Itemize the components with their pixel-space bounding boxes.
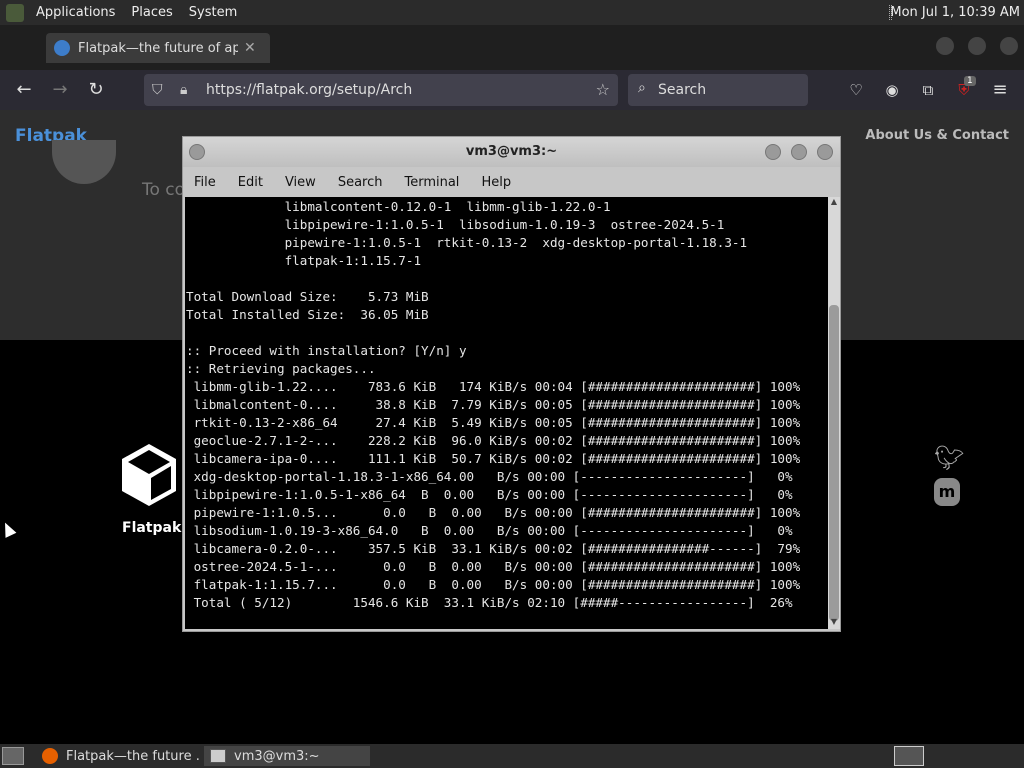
reload-icon[interactable]: ↻ (84, 78, 108, 102)
pocket-icon[interactable]: ♡ (844, 78, 868, 102)
search-input[interactable]: ⌕ Search (628, 74, 808, 106)
lock-icon[interactable]: 🔒︎ (180, 82, 187, 98)
menu-edit[interactable]: Edit (227, 175, 274, 190)
terminal-line: Total Download Size: 5.73 MiB (186, 289, 429, 304)
terminal-line: libmalcontent-0.12.0-1 libmm-glib-1.22.0… (186, 199, 611, 214)
about-contact-link[interactable]: About Us & Contact (865, 128, 1009, 143)
terminal-title: vm3@vm3:~ (465, 144, 558, 159)
scrollbar-thumb[interactable] (829, 305, 839, 621)
browser-tab[interactable]: Flatpak—the future of appli ✕ (46, 33, 270, 63)
footer-brand-label: Flatpak (122, 520, 182, 536)
taskbar-item-terminal[interactable]: vm3@vm3:~ (204, 746, 370, 766)
back-arrow-icon[interactable]: ← (12, 78, 36, 102)
extension-badge: 1 (964, 76, 976, 86)
maximize-button[interactable] (968, 37, 986, 55)
terminal-line: :: Retrieving packages... (186, 361, 376, 376)
flatpak-logo-icon (122, 444, 176, 506)
search-placeholder: Search (658, 82, 707, 98)
mastodon-icon[interactable]: m (934, 478, 960, 506)
terminal-close-button[interactable] (817, 144, 833, 160)
terminal-line: libpipewire-1:1.0.5-1 libsodium-1.0.19-3… (186, 217, 725, 232)
terminal-menubar: File Edit View Search Terminal Help (183, 167, 840, 197)
show-desktop-button[interactable] (2, 747, 24, 765)
distro-logo-icon[interactable] (6, 3, 24, 22)
search-icon: ⌕ (638, 80, 646, 96)
account-icon[interactable]: ◉ (880, 78, 904, 102)
taskbar-item-label: Flatpak—the future ... (66, 748, 200, 764)
terminal-line: flatpak-1:1.15.7... 0.0 B 0.00 B/s 00:00… (186, 577, 801, 592)
terminal-line: geoclue-2.7.1-2-... 228.2 KiB 96.0 KiB/s… (186, 433, 801, 448)
terminal-title-bar[interactable]: vm3@vm3:~ (183, 137, 840, 167)
terminal-line: libmalcontent-0.... 38.8 KiB 7.79 KiB/s … (186, 397, 801, 412)
tab-close-icon[interactable]: ✕ (244, 40, 256, 56)
terminal-line: libsodium-1.0.19-3-x86_64.0 B 0.00 B/s 0… (186, 523, 793, 538)
hamburger-menu-icon[interactable]: ≡ (988, 78, 1012, 102)
menu-terminal[interactable]: Terminal (393, 175, 470, 190)
browser-nav-bar: ← → ↻ ⛉ 🔒︎ https://flatpak.org/setup/Arc… (0, 70, 1024, 110)
scroll-down-icon[interactable]: ▼ (829, 617, 839, 629)
terminal-line: pipewire-1:1.0.5-1 rtkit-0.13-2 xdg-desk… (186, 235, 748, 250)
terminal-line: Total ( 5/12) 1546.6 KiB 33.1 KiB/s 02:1… (186, 595, 793, 610)
taskbar-item-label: vm3@vm3:~ (234, 748, 320, 764)
terminal-line: :: Proceed with installation? [Y/n] y (186, 343, 467, 358)
hero-image (52, 140, 116, 184)
terminal-line: flatpak-1:1.15.7-1 (186, 253, 422, 268)
terminal-menu-button[interactable] (189, 144, 205, 160)
tab-title: Flatpak—the future of appli (78, 40, 238, 56)
terminal-scrollbar[interactable]: ▲ ▼ (828, 197, 840, 629)
extensions-icon[interactable]: ⧉ (916, 78, 940, 102)
terminal-line: xdg-desktop-portal-1.18.3-1-x86_64.00 B/… (186, 469, 793, 484)
globe-icon (54, 40, 70, 56)
terminal-window: vm3@vm3:~ File Edit View Search Terminal… (182, 136, 841, 632)
clock[interactable]: Mon Jul 1, 10:39 AM (890, 0, 1020, 25)
firefox-icon (42, 748, 58, 764)
close-window-button[interactable] (1000, 37, 1018, 55)
menu-search[interactable]: Search (327, 175, 394, 190)
system-menu[interactable]: System (181, 0, 245, 25)
terminal-output[interactable]: libmalcontent-0.12.0-1 libmm-glib-1.22.0… (185, 197, 828, 629)
minimize-button[interactable] (936, 37, 954, 55)
terminal-line: rtkit-0.13-2-x86_64 27.4 KiB 5.49 KiB/s … (186, 415, 801, 430)
menu-file[interactable]: File (183, 175, 227, 190)
bookmark-star-icon[interactable]: ☆ (596, 80, 610, 99)
forward-arrow-icon[interactable]: → (48, 78, 72, 102)
scroll-up-icon[interactable]: ▲ (829, 197, 839, 209)
workspace-switcher[interactable] (894, 746, 924, 766)
taskbar-item-firefox[interactable]: Flatpak—the future ... (36, 746, 200, 766)
twitter-icon[interactable]: 🐦︎ (934, 444, 964, 472)
terminal-icon (210, 749, 226, 763)
places-menu[interactable]: Places (123, 0, 180, 25)
bottom-taskbar: Flatpak—the future ... vm3@vm3:~ (0, 744, 1024, 768)
terminal-line: Total Installed Size: 36.05 MiB (186, 307, 429, 322)
terminal-maximize-button[interactable] (791, 144, 807, 160)
url-bar[interactable]: ⛉ 🔒︎ https://flatpak.org/setup/Arch ☆ (144, 74, 618, 106)
shield-icon[interactable]: ⛉ (152, 82, 163, 98)
terminal-line: libmm-glib-1.22.... 783.6 KiB 174 KiB/s … (186, 379, 801, 394)
terminal-minimize-button[interactable] (765, 144, 781, 160)
terminal-line: ostree-2024.5-1-... 0.0 B 0.00 B/s 00:00… (186, 559, 801, 574)
terminal-line: libcamera-ipa-0.... 111.1 KiB 50.7 KiB/s… (186, 451, 801, 466)
hero-text: To co (142, 180, 186, 200)
top-panel: Applications Places System Mon Jul 1, 10… (0, 0, 1024, 25)
terminal-line: libpipewire-1:1.0.5-1-x86_64 B 0.00 B/s … (186, 487, 793, 502)
terminal-line: pipewire-1:1.0.5... 0.0 B 0.00 B/s 00:00… (186, 505, 801, 520)
url-text[interactable]: https://flatpak.org/setup/Arch (206, 82, 412, 98)
menu-help[interactable]: Help (470, 175, 522, 190)
applications-menu[interactable]: Applications (28, 0, 123, 25)
terminal-line: libcamera-0.2.0-... 357.5 KiB 33.1 KiB/s… (186, 541, 801, 556)
menu-view[interactable]: View (274, 175, 327, 190)
